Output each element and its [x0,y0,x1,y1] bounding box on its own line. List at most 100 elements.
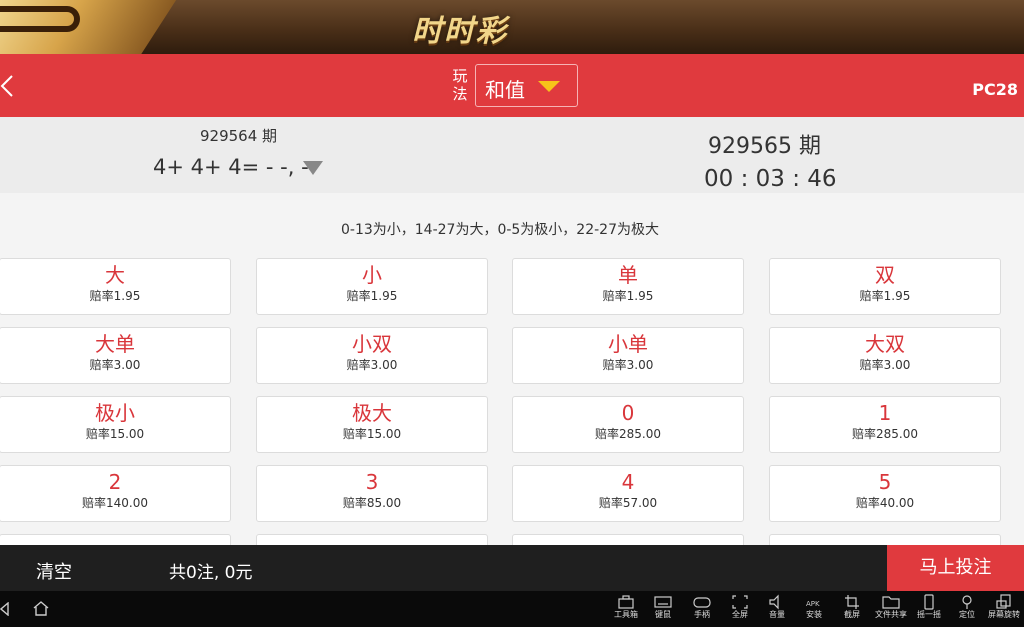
bet-option[interactable]: 1 赔率285.00 [769,396,1001,453]
gamepad-icon [693,597,711,608]
bet-label: 极大 [352,401,392,425]
bet-odds: 赔率140.00 [82,496,148,510]
history-dropdown-icon[interactable] [303,161,323,175]
play-mode-label: 玩法 [452,67,468,103]
bet-odds: 赔率85.00 [342,496,402,510]
home-icon[interactable] [32,600,50,616]
tool-rotate[interactable]: 屏幕旋转 [986,594,1022,620]
tool-volume[interactable]: 音量 [759,594,795,620]
submit-bet-button[interactable]: 马上投注 [887,545,1024,591]
toolbox-icon [618,595,634,609]
bet-option[interactable]: 4 赔率57.00 [512,465,744,522]
tool-shake[interactable]: 摇一摇 [911,594,947,620]
system-back-icon[interactable] [0,602,10,616]
tool-label: 屏幕旋转 [988,610,1020,619]
brand-logo-mark [0,6,80,32]
bet-label: 小双 [352,332,392,356]
bet-odds: 赔率285.00 [852,427,918,441]
bet-label: 5 [878,470,892,494]
bet-option[interactable]: 3 赔率85.00 [256,465,488,522]
clear-button[interactable]: 清空 [36,558,72,584]
bet-odds: 赔率15.00 [85,427,145,441]
previous-issue-number: 929564 期 [200,127,278,145]
tool-file-share[interactable]: 文件共享 [873,594,909,620]
tool-gamepad[interactable]: 手柄 [684,594,720,620]
bet-total: 共0注, 0元 [169,563,253,583]
tool-label: 键鼠 [655,610,671,619]
tool-label: 定位 [959,610,975,619]
bet-option[interactable]: 双 赔率1.95 [769,258,1001,315]
crop-icon [845,595,859,609]
folder-icon [882,596,900,609]
apk-icon: APK [806,600,820,608]
back-arrow-icon[interactable] [0,74,24,98]
shake-icon [924,594,934,610]
bet-odds: 赔率1.95 [89,289,141,303]
tool-label: 文件共享 [875,610,907,619]
bet-odds: 赔率3.00 [346,358,398,372]
brand-logo [0,0,180,54]
current-issue-number: 929565 期 [708,134,821,159]
tool-label: 摇一摇 [917,610,941,619]
rotate-icon [996,594,1011,609]
bet-label: 大单 [95,332,135,356]
bet-label: 2 [108,470,122,494]
tool-toolbox[interactable]: 工具箱 [608,594,644,620]
tool-fullscreen[interactable]: 全屏 [722,594,758,620]
bet-label: 双 [875,263,895,287]
bet-odds: 赔率57.00 [598,496,658,510]
location-icon [962,595,972,609]
bet-odds: 赔率3.00 [89,358,141,372]
bet-odds: 赔率1.95 [346,289,398,303]
bet-footer [0,545,1024,591]
tool-install-apk[interactable]: APK 安装 [796,594,832,620]
rule-description: 0-13为小，14-27为大，0-5为极小，22-27为极大 [340,222,659,238]
tool-label: 手柄 [694,610,710,619]
chevron-down-icon [538,81,560,92]
bet-option[interactable]: 2 赔率140.00 [0,465,231,522]
bet-label: 单 [618,263,638,287]
bet-odds: 赔率1.95 [602,289,654,303]
svg-text:APK: APK [806,600,820,608]
bet-odds: 赔率3.00 [859,358,911,372]
keyboard-icon [654,596,672,608]
app-screen: 时时彩 玩法 和值 PC28 929564 期 4+ 4+ 4= - -, - … [0,0,1024,627]
bet-odds: 赔率3.00 [602,358,654,372]
play-mode-select[interactable]: 和值 [475,64,578,107]
tool-label: 安装 [806,610,822,619]
bet-odds: 赔率285.00 [595,427,661,441]
volume-icon [769,594,779,610]
bet-option[interactable]: 单 赔率1.95 [512,258,744,315]
play-mode-value: 和值 [485,78,525,102]
banner-title: 时时彩 [412,14,508,49]
bet-odds: 赔率40.00 [855,496,915,510]
top-banner: 时时彩 [0,0,1024,54]
tool-label: 工具箱 [614,610,638,619]
bet-label: 小 [362,263,382,287]
bet-label: 1 [878,401,892,425]
bet-option[interactable]: 小单 赔率3.00 [512,327,744,384]
bet-label: 0 [621,401,635,425]
bet-option[interactable]: 5 赔率40.00 [769,465,1001,522]
bet-option[interactable]: 0 赔率285.00 [512,396,744,453]
tool-label: 音量 [769,610,785,619]
system-nav-bar [0,591,1024,627]
game-code: PC28 [972,80,1018,99]
tool-keyboard[interactable]: 键鼠 [645,594,681,620]
previous-draw-result: 4+ 4+ 4= - -, - [153,155,309,179]
bet-option[interactable]: 小 赔率1.95 [256,258,488,315]
bet-label: 3 [365,470,379,494]
bet-option[interactable]: 大单 赔率3.00 [0,327,231,384]
tool-label: 截屏 [844,610,860,619]
bet-odds: 赔率1.95 [859,289,911,303]
tool-location[interactable]: 定位 [949,594,985,620]
bet-option[interactable]: 极大 赔率15.00 [256,396,488,453]
bet-option[interactable]: 极小 赔率15.00 [0,396,231,453]
bet-label: 小单 [608,332,648,356]
bet-option[interactable]: 大 赔率1.95 [0,258,231,315]
tool-screenshot[interactable]: 截屏 [834,594,870,620]
bet-option[interactable]: 小双 赔率3.00 [256,327,488,384]
bet-odds: 赔率15.00 [342,427,402,441]
bet-option[interactable]: 大双 赔率3.00 [769,327,1001,384]
bet-label: 4 [621,470,635,494]
